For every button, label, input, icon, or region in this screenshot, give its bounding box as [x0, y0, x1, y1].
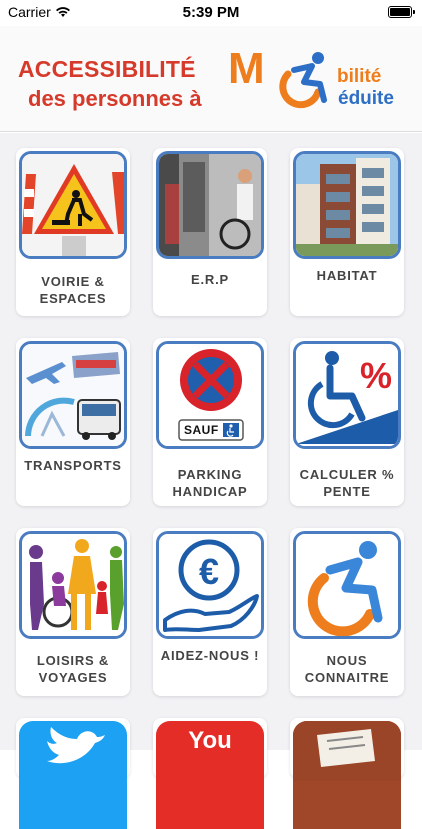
transports-image	[19, 341, 127, 449]
twitter-image	[19, 721, 127, 829]
tile-loisirs-label: LOISIRS & VOYAGES	[36, 653, 110, 685]
youtube-image: You	[156, 721, 264, 829]
app-header: ACCESSIBILITÉ des personnes à M bilité é…	[0, 26, 422, 132]
transport-vehicles-icon	[22, 344, 124, 446]
tile-voirie[interactable]: VOIRIE & ESPACES	[16, 148, 130, 316]
logo-letter-m: M	[228, 44, 265, 93]
document-icon	[293, 721, 401, 781]
tile-parking[interactable]: SAUF PARKING HANDICAP	[153, 338, 267, 506]
status-time: 5:39 PM	[182, 4, 240, 21]
tile-parking-label: PARKING HANDICAP	[172, 467, 248, 499]
slope-wheelchair-icon: %	[296, 344, 398, 446]
logo-word-eduite: éduite	[338, 88, 394, 109]
people-group-icon	[22, 534, 124, 636]
tile-erp[interactable]: E.R.P	[153, 148, 267, 316]
erp-image	[156, 151, 264, 259]
tile-pente-label: CALCULER % PENTE	[299, 467, 395, 499]
tile-voirie-label: VOIRIE & ESPACES	[39, 274, 107, 306]
tile-aidez-nous-label: AIDEZ-NOUS !	[160, 648, 260, 663]
tile-nous-connaitre[interactable]: NOUS CONNAITRE	[290, 528, 404, 696]
svg-text:%: %	[360, 355, 392, 396]
tile-pente[interactable]: % CALCULER % PENTE	[290, 338, 404, 506]
euro-hand-icon: €	[159, 534, 261, 636]
tile-transports-label: TRANSPORTS	[24, 458, 122, 473]
sauf-sign-text: SAUF	[184, 423, 219, 437]
status-bar: Carrier 5:39 PM	[0, 0, 422, 26]
tile-habitat-label: HABITAT	[316, 268, 378, 283]
twitter-bird-icon	[47, 727, 105, 764]
voirie-image	[19, 151, 127, 259]
document-image	[293, 721, 401, 829]
roadwork-sign-icon	[22, 154, 124, 256]
tile-loisirs[interactable]: LOISIRS & VOYAGES	[16, 528, 130, 696]
wheelchair-logo-icon	[296, 534, 398, 636]
donate-image: €	[156, 531, 264, 639]
tile-habitat[interactable]: HABITAT	[290, 148, 404, 316]
battery-icon	[388, 6, 415, 18]
wheelchair-logo-icon	[279, 52, 327, 109]
youtube-logo-text: You	[188, 727, 232, 754]
tile-erp-label: E.R.P	[191, 272, 229, 287]
tile-nous-connaitre-label: NOUS CONNAITRE	[304, 653, 390, 685]
tile-document[interactable]	[290, 718, 404, 829]
about-image	[293, 531, 401, 639]
menu-grid: VOIRIE & ESPACES E.R.P HABITAT TRANSPORT…	[0, 133, 422, 829]
parking-image: SAUF	[156, 341, 264, 449]
loisirs-image	[19, 531, 127, 639]
tile-transports[interactable]: TRANSPORTS	[16, 338, 130, 506]
habitat-image	[293, 151, 401, 259]
svg-text:€: €	[199, 551, 219, 592]
tile-aidez-nous[interactable]: € AIDEZ-NOUS !	[153, 528, 267, 696]
tile-twitter[interactable]	[16, 718, 130, 829]
header-title-line2: des personnes à	[28, 86, 202, 111]
tile-youtube[interactable]: You	[153, 718, 267, 829]
pente-image: %	[293, 341, 401, 449]
wheelchair-door-icon	[159, 154, 261, 256]
logo-word-bilite: bilité	[337, 66, 382, 87]
building-icon	[296, 154, 398, 256]
header-title-line1: ACCESSIBILITÉ	[18, 56, 196, 82]
